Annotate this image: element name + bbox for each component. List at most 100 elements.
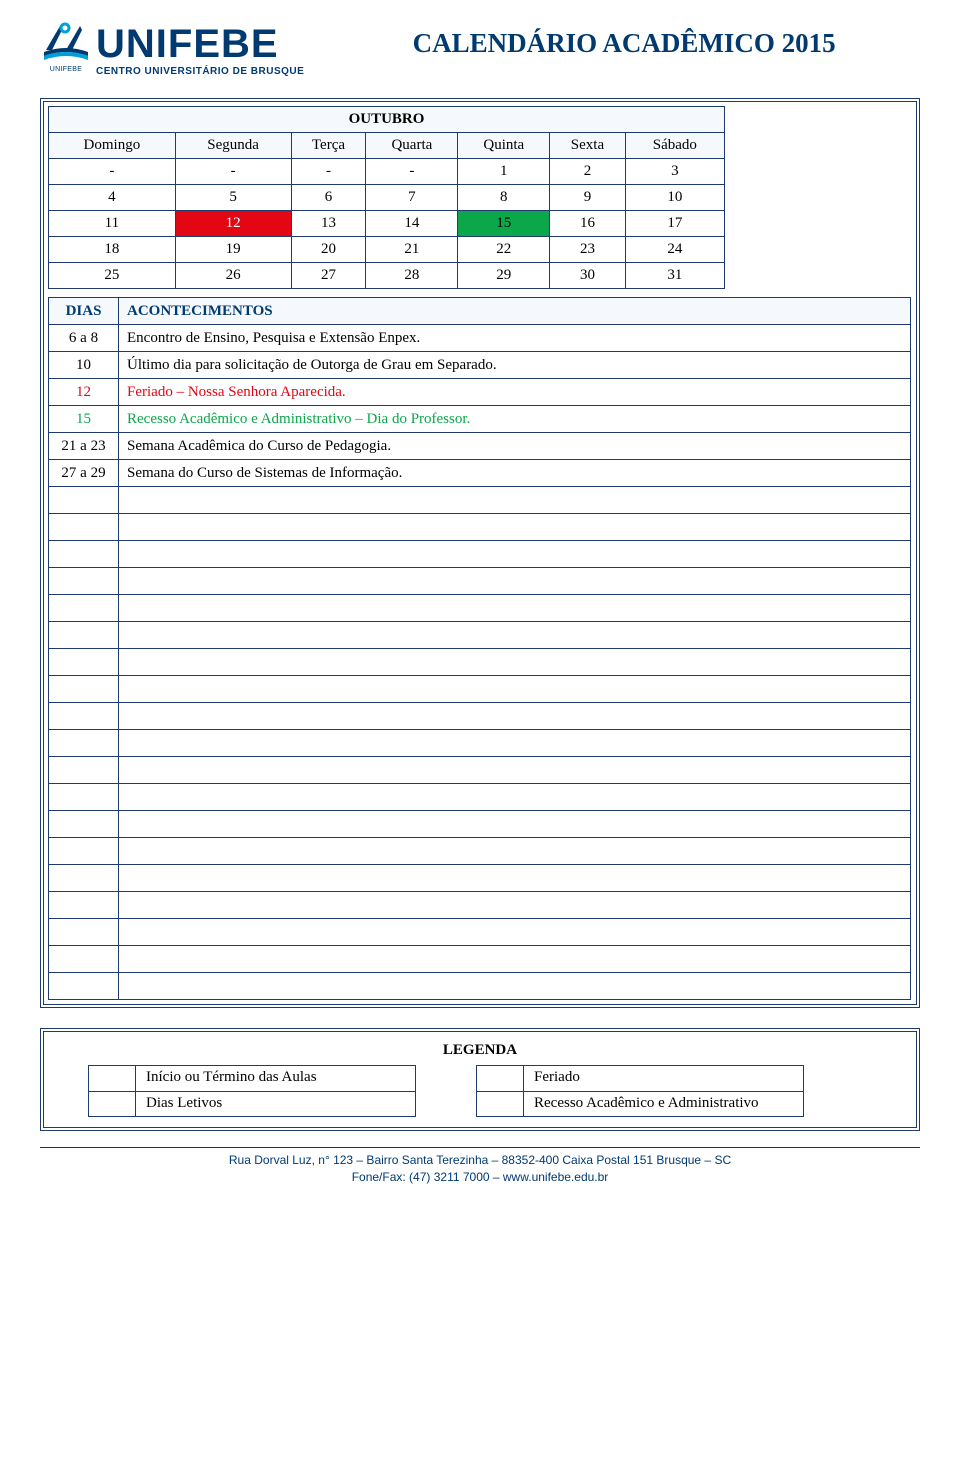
event-row-empty (49, 838, 911, 865)
event-row-empty (49, 757, 911, 784)
calendar-table: OUTUBRO DomingoSegundaTerçaQuartaQuintaS… (48, 106, 725, 289)
events-table: DIAS ACONTECIMENTOS 6 a 8Encontro de Ens… (48, 297, 911, 1000)
event-row-empty (49, 973, 911, 1000)
legend-grid: Início ou Término das AulasDias Letivos … (58, 1065, 902, 1117)
calendar-weekday: Domingo (49, 133, 176, 159)
event-text (119, 622, 911, 649)
event-dias: 21 a 23 (49, 433, 119, 460)
event-dias (49, 784, 119, 811)
legend-column-left: Início ou Término das AulasDias Letivos (88, 1065, 416, 1117)
event-text (119, 946, 911, 973)
calendar-cell: 14 (366, 211, 458, 237)
event-text: Recesso Acadêmico e Administrativo – Dia… (119, 406, 911, 433)
calendar-cell: 21 (366, 237, 458, 263)
calendar-cell: 1 (458, 159, 550, 185)
event-text (119, 784, 911, 811)
legend-swatch (88, 1091, 136, 1117)
calendar-cell: 4 (49, 185, 176, 211)
legend-item: Dias Letivos (88, 1091, 416, 1117)
footer-line-1: Rua Dorval Luz, n° 123 – Bairro Santa Te… (40, 1152, 920, 1169)
calendar-cell: 12 (175, 211, 291, 237)
event-dias (49, 541, 119, 568)
legend-label: Recesso Acadêmico e Administrativo (524, 1091, 804, 1117)
event-text (119, 973, 911, 1000)
calendar-cell: 29 (458, 263, 550, 289)
event-row: 6 a 8Encontro de Ensino, Pesquisa e Exte… (49, 325, 911, 352)
legend-title: LEGENDA (58, 1042, 902, 1059)
logo-tagline: CENTRO UNIVERSITÁRIO DE BRUSQUE (96, 66, 304, 77)
event-row-empty (49, 865, 911, 892)
event-text (119, 487, 911, 514)
legend-item: Início ou Término das Aulas (88, 1065, 416, 1091)
event-row-empty (49, 622, 911, 649)
calendar-cell: 9 (550, 185, 625, 211)
event-dias: 27 a 29 (49, 460, 119, 487)
calendar-weekday: Sábado (625, 133, 724, 159)
event-row-empty (49, 919, 911, 946)
event-text (119, 811, 911, 838)
event-dias (49, 568, 119, 595)
event-dias (49, 946, 119, 973)
calendar-cell: 17 (625, 211, 724, 237)
calendar-cell: 31 (625, 263, 724, 289)
footer-line-2: Fone/Fax: (47) 3211 7000 – www.unifebe.e… (40, 1169, 920, 1186)
calendar-weekday: Segunda (175, 133, 291, 159)
legend-item: Recesso Acadêmico e Administrativo (476, 1091, 804, 1117)
event-dias (49, 622, 119, 649)
logo: UNIFEBE UNIFEBE CENTRO UNIVERSITÁRIO DE … (40, 20, 304, 80)
event-text (119, 919, 911, 946)
legend-label: Início ou Término das Aulas (136, 1065, 416, 1091)
event-text: Feriado – Nossa Senhora Aparecida. (119, 379, 911, 406)
event-text: Semana Acadêmica do Curso de Pedagogia. (119, 433, 911, 460)
event-dias (49, 838, 119, 865)
event-row: 27 a 29Semana do Curso de Sistemas de In… (49, 460, 911, 487)
calendar-cell: 30 (550, 263, 625, 289)
event-dias: 10 (49, 352, 119, 379)
event-dias: 12 (49, 379, 119, 406)
event-dias (49, 730, 119, 757)
calendar-cell: 8 (458, 185, 550, 211)
event-row: 12Feriado – Nossa Senhora Aparecida. (49, 379, 911, 406)
event-text (119, 514, 911, 541)
event-dias (49, 514, 119, 541)
event-row-empty (49, 487, 911, 514)
calendar-month: OUTUBRO (49, 107, 725, 133)
event-row-empty (49, 676, 911, 703)
calendar-cell: 10 (625, 185, 724, 211)
event-row: 21 a 23Semana Acadêmica do Curso de Peda… (49, 433, 911, 460)
event-dias (49, 919, 119, 946)
calendar-weekday: Quarta (366, 133, 458, 159)
events-head-acont: ACONTECIMENTOS (119, 298, 911, 325)
legend-swatch (476, 1091, 524, 1117)
events-head-dias: DIAS (49, 298, 119, 325)
event-text (119, 595, 911, 622)
event-dias (49, 892, 119, 919)
event-row-empty (49, 892, 911, 919)
event-text (119, 541, 911, 568)
event-dias (49, 487, 119, 514)
calendar-cell: 24 (625, 237, 724, 263)
event-row-empty (49, 514, 911, 541)
legend-item: Feriado (476, 1065, 804, 1091)
page-footer: Rua Dorval Luz, n° 123 – Bairro Santa Te… (40, 1147, 920, 1186)
content-frame: OUTUBRO DomingoSegundaTerçaQuartaQuintaS… (40, 98, 920, 1008)
event-row-empty (49, 946, 911, 973)
legend-label: Dias Letivos (136, 1091, 416, 1117)
calendar-cell: 26 (175, 263, 291, 289)
calendar-cell: 2 (550, 159, 625, 185)
logo-text-block: UNIFEBE CENTRO UNIVERSITÁRIO DE BRUSQUE (96, 24, 304, 77)
calendar-cell: 15 (458, 211, 550, 237)
event-dias (49, 703, 119, 730)
event-text (119, 892, 911, 919)
event-text (119, 838, 911, 865)
document-title: CALENDÁRIO ACADÊMICO 2015 (328, 28, 920, 59)
event-row: 15Recesso Acadêmico e Administrativo – D… (49, 406, 911, 433)
event-text (119, 730, 911, 757)
event-row-empty (49, 649, 911, 676)
calendar-cell: 7 (366, 185, 458, 211)
unifebe-logo-icon: UNIFEBE (40, 20, 92, 80)
calendar-cell: 27 (291, 263, 366, 289)
event-row: 10Último dia para solicitação de Outorga… (49, 352, 911, 379)
logo-title: UNIFEBE (96, 24, 304, 64)
event-text (119, 676, 911, 703)
